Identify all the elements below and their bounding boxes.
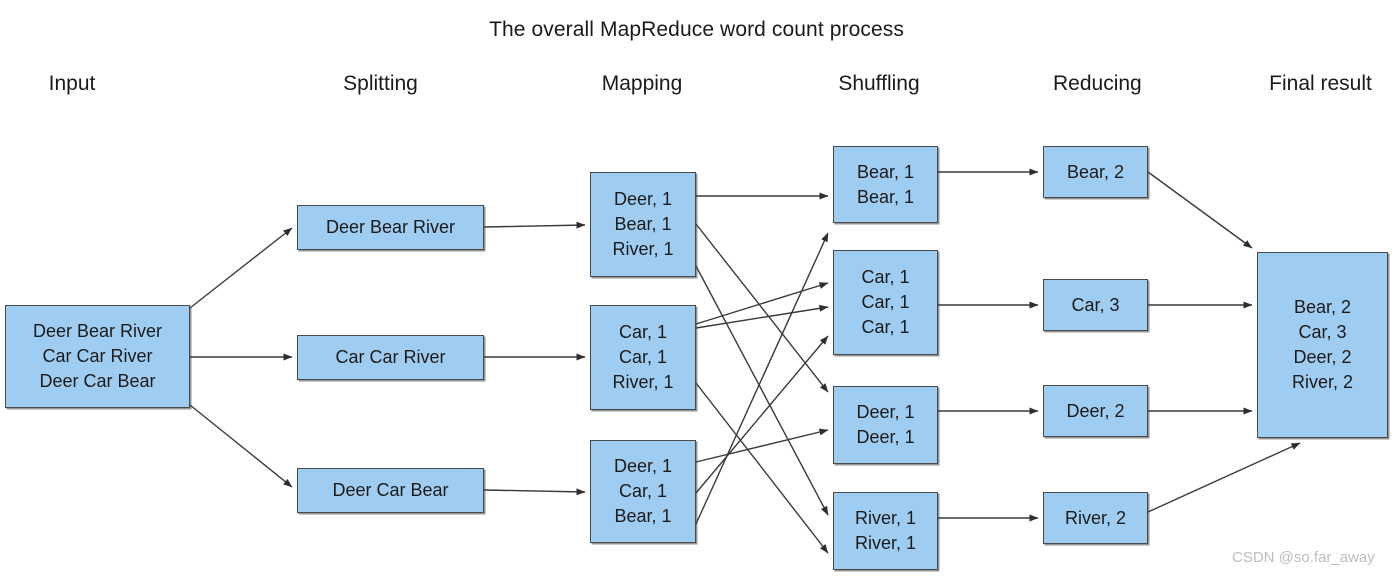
mapreduce-diagram: The overall MapReduce word count process… [0,0,1393,577]
node-text-line: Bear, 1 [614,505,672,526]
arrow-mapping-2-river-to-shuffling-4 [695,382,829,554]
splitting-box-3: Deer Car Bear [297,468,484,513]
shuffling-box-4: River, 1 River, 1 [833,492,938,570]
arrow-reducing-1-to-final [1147,171,1253,249]
reducing-box-3: Deer, 2 [1043,385,1148,437]
node-text-line: Car, 1 [618,322,668,343]
node-text-line: River, 1 [854,533,917,553]
arrow-mapping-3-deer-to-shuffling-3 [695,428,829,463]
node-text-line: Deer, 2 [1066,400,1125,421]
reducing-box-2: Car, 3 [1043,279,1148,331]
watermark: CSDN @so.far_away [1232,549,1375,566]
arrow-splitting-3-to-mapping-3 [483,488,586,496]
arrow-input-to-splitting-1 [189,227,293,309]
node-text-line: Deer, 1 [856,402,915,423]
final-result-box: Bear, 2 Car, 3 Deer, 2 River, 2 [1257,252,1388,438]
node-text-line: Deer Bear River [32,321,163,342]
shuffling-box-1: Bear, 1 Bear, 1 [833,146,938,223]
node-text-line: Deer, 2 [1293,347,1352,367]
node-text-line: Car, 1 [861,267,910,288]
input-box: Deer Bear River Car Car River Deer Car Bea… [5,305,190,408]
node-text-line: Car Car River [42,346,153,367]
node-text-line: Bear, 2 [1293,297,1352,318]
diagram-title: The overall MapReduce word count process [489,18,904,41]
node-text-line: Deer, 1 [613,189,673,210]
arrow-mapping-3-car-to-shuffling-2 [695,335,829,494]
arrow-mapping-2-car1-to-shuffling-2 [695,282,829,325]
mapping-box-3: Deer, 1 Car, 1 Bear, 1 [590,440,696,543]
shuffling-box-3: Deer, 1 Deer, 1 [833,386,938,464]
column-label-reducing: Reducing [1053,72,1142,95]
node-text-line: River, 2 [1064,507,1127,528]
node-text-line: Car, 3 [1071,294,1120,315]
node-text-line: River, 1 [854,508,917,529]
node-text-line: Deer Bear River [325,217,456,238]
node-text-line: River, 1 [612,238,674,259]
node-text-line: River, 2 [1291,371,1354,392]
column-label-shuffling: Shuffling [838,72,920,95]
arrow-mapping-1-river-to-shuffling-4 [695,265,829,516]
node-text-line: Bear, 2 [1066,161,1125,182]
arrow-mapping-3-bear-to-shuffling-1 [695,232,829,525]
node-text-line: Deer, 1 [613,456,673,477]
column-label-mapping: Mapping [601,72,683,95]
shuffling-box-2: Car, 1 Car, 1 Car, 1 [833,250,938,355]
reducing-box-4: River, 2 [1043,492,1148,544]
connector-layer [189,168,1301,554]
node-text-line: Car Car River [335,347,446,368]
arrow-splitting-1-to-mapping-1 [483,221,586,229]
node-text-line: Car, 1 [618,481,668,502]
arrow-mapping-1-bear-to-shuffling-1 [695,223,829,393]
node-text-line: Car, 1 [861,316,910,337]
column-label-final-result: Final result [1269,72,1372,95]
node-text-line: Deer, 1 [856,427,915,447]
reducing-box-1: Bear, 2 [1043,146,1148,198]
mapping-box-2: Car, 1 Car, 1 River, 1 [590,305,696,410]
node-text-line: Car, 1 [618,347,668,368]
splitting-box-2: Car Car River [297,335,484,380]
arrow-mapping-2-car2-to-shuffling-2 [695,304,829,329]
node-text-line: Bear, 1 [856,161,915,182]
splitting-box-1: Deer Bear River [297,205,484,250]
column-label-splitting: Splitting [343,72,418,95]
column-label-input: Input [48,72,96,95]
arrow-input-to-splitting-3 [189,404,293,488]
node-text-line: Bear, 1 [856,186,915,207]
node-text-line: Deer Car Bear [332,480,449,501]
node-text-line: Car, 3 [1298,322,1347,343]
mapping-box-1: Deer, 1 Bear, 1 River, 1 [590,172,696,277]
node-text-line: River, 1 [612,371,674,392]
node-text-line: Bear, 1 [614,214,672,235]
arrow-reducing-4-to-final [1147,442,1301,513]
node-text-line: Deer Car Bear [39,370,156,391]
node-text-line: Car, 1 [861,292,910,313]
